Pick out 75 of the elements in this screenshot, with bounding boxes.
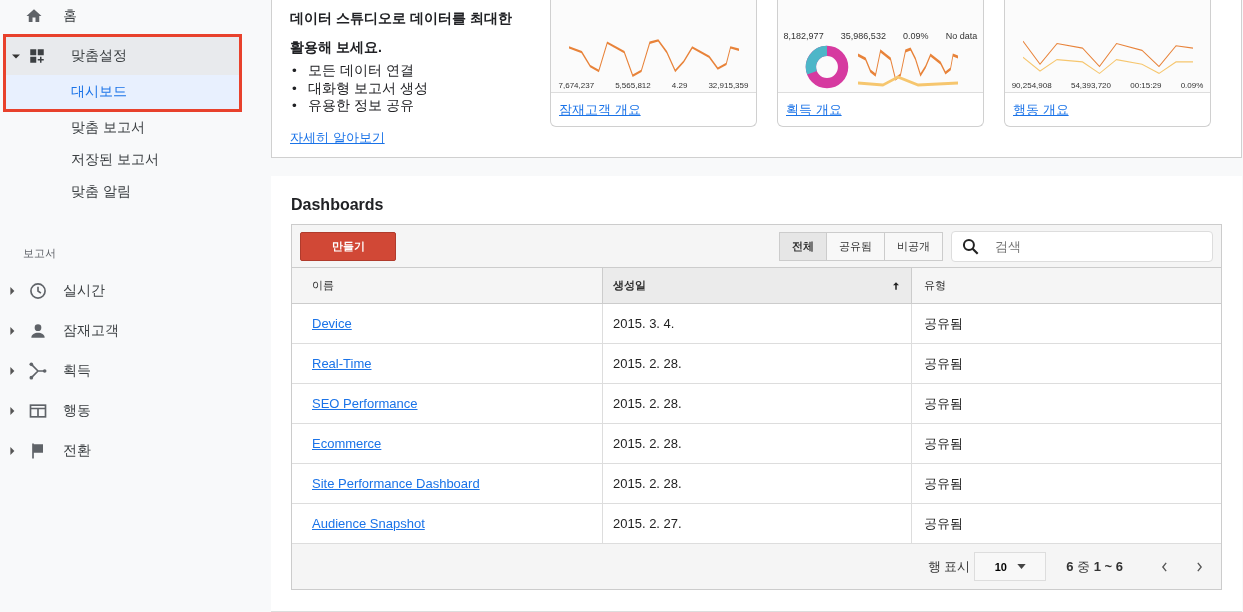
home-item[interactable]: 홈: [0, 0, 271, 32]
bullet-marker: •: [292, 97, 298, 115]
report-item[interactable]: 획득: [0, 351, 271, 391]
metric-value: 0.09%: [903, 31, 929, 41]
sort-arrow-icon: [893, 281, 899, 290]
promo-heading: 데이터 스튜디오로 데이터를 최대한 활용해 보세요.: [290, 9, 513, 57]
create-button[interactable]: 만들기: [300, 231, 396, 261]
template-link[interactable]: 행동 개요: [1013, 102, 1069, 117]
report-item[interactable]: 실시간: [0, 271, 271, 311]
search-icon: [961, 236, 981, 257]
metric-value: 5,565,812: [615, 81, 651, 90]
dashboard-link[interactable]: Site Performance Dashboard: [312, 476, 480, 491]
table-cell: 2015. 2. 28.: [602, 384, 911, 424]
column-header[interactable]: 유형: [911, 268, 1221, 304]
bullet-item: 유용한 정보 공유: [308, 97, 414, 115]
page-size-dropdown[interactable]: 10: [974, 552, 1047, 581]
learn-more-link[interactable]: 자세히 알아보기: [290, 128, 385, 147]
table-cell: 공유됨: [911, 384, 1221, 424]
table-cell: 공유됨: [911, 464, 1221, 504]
rows-label: 행 표시: [927, 557, 971, 576]
template-link[interactable]: 획득 개요: [786, 102, 842, 117]
bullet-marker: •: [292, 62, 298, 80]
report-item[interactable]: 잠재고객: [0, 311, 271, 351]
filter-tab[interactable]: 공유됨: [826, 231, 885, 261]
table-cell: 2015. 2. 28.: [602, 424, 911, 464]
search-field[interactable]: 검색: [951, 230, 1213, 262]
chevron-left-icon: [1161, 561, 1168, 572]
dashboard-link[interactable]: Audience Snapshot: [312, 516, 425, 531]
metric-value: 54,393,720: [1070, 81, 1111, 90]
table-cell: 공유됨: [911, 424, 1221, 464]
person-icon: [28, 321, 48, 341]
metric-value: 7,674,237: [558, 81, 595, 90]
metric-value: 90,254,908: [1011, 81, 1052, 90]
metric-value: 8,182,977: [783, 31, 824, 41]
home-icon: [25, 7, 43, 25]
table-cell: 공유됨: [911, 304, 1221, 344]
table-cell: 공유됨: [911, 344, 1221, 384]
bullet-item: 대화형 보고서 생성: [308, 79, 428, 97]
dashboard-link[interactable]: Real-Time: [312, 356, 372, 371]
table-cell: 2015. 2. 28.: [602, 464, 911, 504]
sidebar-item[interactable]: 맞춤 알림: [0, 176, 271, 208]
sidebar-item[interactable]: 저장된 보고서: [0, 144, 271, 176]
chevron-right-icon: [1196, 561, 1203, 572]
sidebar-item[interactable]: 대시보드: [6, 75, 239, 109]
panel-title: Dashboards: [291, 196, 385, 214]
report-item[interactable]: 행동: [0, 391, 271, 431]
dashboard-link[interactable]: Device: [312, 316, 352, 331]
table-cell: 2015. 3. 4.: [602, 304, 911, 344]
page-range: 6 중 1 ~ 6: [1066, 557, 1123, 576]
clock-icon: [28, 281, 48, 301]
bullet-item: 모든 데이터 연결: [308, 62, 414, 80]
branch-icon: [28, 361, 48, 381]
metric-value: 35,986,532: [840, 31, 886, 41]
section-label: 보고서: [22, 246, 57, 261]
template-link[interactable]: 잠재고객 개요: [559, 102, 641, 117]
report-item[interactable]: 전환: [0, 431, 271, 471]
metric-value: 00:15:29: [1130, 81, 1162, 90]
column-header[interactable]: 생성일: [602, 268, 911, 304]
customization-item[interactable]: 맞춤설정: [6, 37, 239, 75]
column-header[interactable]: 이름: [292, 268, 602, 304]
filter-tab[interactable]: 전체: [779, 231, 827, 261]
dashboard-icon: [28, 47, 46, 65]
metric-value: No data: [945, 31, 978, 41]
donut-chart-drawing: [803, 44, 850, 90]
metric-value: 4.29: [671, 81, 688, 90]
window-icon: [28, 401, 48, 421]
dashboard-link[interactable]: SEO Performance: [312, 396, 418, 411]
dashboard-link[interactable]: Ecommerce: [312, 436, 382, 451]
metric-value: 0.09%: [1180, 81, 1204, 90]
metric-value: 32,915,359: [708, 81, 749, 90]
caret-icon: [1016, 564, 1026, 569]
table-cell: 2015. 2. 28.: [602, 344, 911, 384]
bullet-marker: •: [292, 79, 298, 97]
filter-tab[interactable]: 비공개: [884, 231, 943, 261]
sidebar-item[interactable]: 맞춤 보고서: [0, 112, 271, 144]
